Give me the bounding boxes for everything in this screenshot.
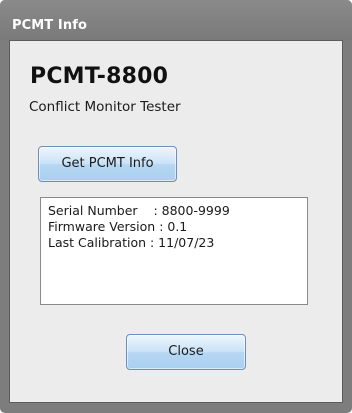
window-title: PCMT Info <box>12 18 87 33</box>
get-pcmt-info-button[interactable]: Get PCMT Info <box>38 146 177 182</box>
pcmt-info-dialog: PCMT Info PCMT-8800 Conflict Monitor Tes… <box>0 0 352 413</box>
title-bar[interactable]: PCMT Info <box>0 0 352 40</box>
product-name: PCMT-8800 <box>30 64 169 89</box>
close-button[interactable]: Close <box>126 334 246 370</box>
info-line-firmware-version: Firmware Version : 0.1 <box>48 219 188 234</box>
info-line-serial-number: Serial Number : 8800-9999 <box>48 203 230 218</box>
product-subtitle: Conflict Monitor Tester <box>29 99 181 115</box>
info-output-box[interactable]: Serial Number : 8800-9999 Firmware Versi… <box>40 197 308 305</box>
info-line-last-calibration: Last Calibration : 11/07/23 <box>48 235 215 250</box>
